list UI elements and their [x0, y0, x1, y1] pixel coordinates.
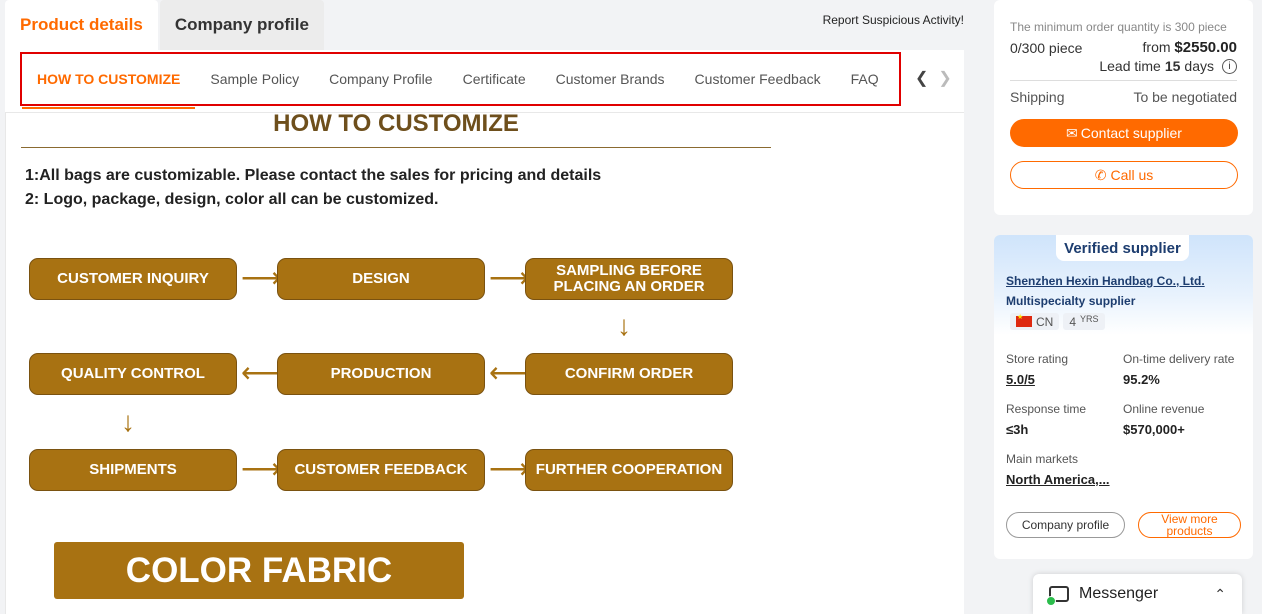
flow-step-further-cooperation: FURTHER COOPERATION: [525, 449, 733, 491]
flow-step-shipments: SHIPMENTS: [29, 449, 237, 491]
order-card: The minimum order quantity is 300 piece …: [994, 0, 1253, 215]
flow-step-confirm-order: CONFIRM ORDER: [525, 353, 733, 395]
stat-label: On-time delivery rate: [1123, 352, 1235, 366]
subnav-customer-feedback[interactable]: Customer Feedback: [680, 54, 836, 104]
lead-time: Lead time 15 days i: [1010, 58, 1237, 74]
lead-time-unit: days: [1184, 58, 1214, 74]
flow-step-customer-feedback: CUSTOMER FEEDBACK: [277, 449, 485, 491]
price: from $2550.00: [1143, 39, 1237, 56]
stat-online-revenue: Online revenue $570,000+: [1123, 402, 1204, 437]
call-us-button[interactable]: ✆ Call us: [1010, 161, 1238, 189]
arrow-down-icon: ↓: [617, 310, 631, 341]
phone-icon: ✆: [1094, 166, 1107, 183]
chevron-right-icon[interactable]: ❯: [938, 68, 951, 88]
flow-step-customer-inquiry: CUSTOMER INQUIRY: [29, 258, 237, 300]
years-value: 4: [1069, 314, 1077, 329]
supplier-card: Verified supplier Shenzhen Hexin Handbag…: [994, 235, 1253, 559]
mail-icon: ✉: [1066, 124, 1078, 141]
color-fabric-banner: COLOR FABRIC: [54, 542, 464, 599]
lead-time-value: 15: [1164, 58, 1181, 74]
lead-time-label: Lead time: [1099, 58, 1161, 74]
flow-step-quality-control: QUALITY CONTROL: [29, 353, 237, 395]
arrow-right-icon: ⟶: [241, 262, 282, 293]
stat-value[interactable]: North America,...: [1006, 472, 1110, 487]
arrow-right-icon: ⟶: [241, 453, 282, 484]
supplier-type: Multispecialty supplier: [1006, 294, 1136, 308]
supplier-tags: CN 4 YRS: [1010, 313, 1105, 330]
report-suspicious-link[interactable]: Report Suspicious Activity!: [823, 13, 964, 27]
arrow-right-icon: ⟶: [489, 262, 530, 293]
view-more-products-button[interactable]: View more products: [1138, 512, 1241, 538]
subnav-arrows: ❮ ❯: [915, 68, 952, 88]
years-tag: 4 YRS: [1063, 313, 1105, 330]
arrow-left-icon: ⟵: [241, 357, 282, 388]
years-unit: YRS: [1080, 313, 1099, 324]
stat-store-rating: Store rating 5.0/5: [1006, 352, 1068, 387]
chevron-up-icon[interactable]: ⌃: [1214, 586, 1226, 603]
stat-on-time-delivery: On-time delivery rate 95.2%: [1123, 352, 1234, 387]
company-name-link[interactable]: Shenzhen Hexin Handbag Co., Ltd.: [1006, 274, 1205, 288]
tab-company-profile[interactable]: Company profile: [159, 0, 324, 50]
verified-supplier-badge: Verified supplier: [1056, 235, 1189, 261]
stat-value[interactable]: 5.0/5: [1006, 372, 1068, 387]
divider: [1010, 80, 1237, 81]
china-flag-icon: [1016, 313, 1032, 327]
stat-label: Store rating: [1006, 352, 1069, 366]
contact-supplier-button[interactable]: ✉ Contact supplier: [1010, 119, 1238, 147]
description-line: 1:All bags are customizable. Please cont…: [25, 167, 602, 184]
price-value: $2550.00: [1174, 39, 1237, 56]
contact-supplier-label: Contact supplier: [1080, 125, 1182, 141]
subnav-company-profile[interactable]: Company Profile: [314, 54, 448, 104]
divider: [5, 112, 6, 614]
chat-icon: [1046, 586, 1069, 606]
call-us-label: Call us: [1110, 167, 1154, 183]
stat-label: Response time: [1006, 402, 1087, 416]
shipping-label: Shipping: [1010, 89, 1065, 105]
info-icon[interactable]: i: [1222, 58, 1237, 74]
messenger-widget[interactable]: Messenger ⌃: [1033, 574, 1242, 614]
country-code: CN: [1036, 314, 1054, 329]
subnav-sample-policy[interactable]: Sample Policy: [195, 54, 314, 104]
stat-label: Main markets: [1006, 452, 1079, 466]
stat-label: Online revenue: [1123, 402, 1205, 416]
shipping-value: To be negotiated: [1133, 89, 1237, 105]
price-prefix: from: [1142, 39, 1171, 55]
subnav-certificate[interactable]: Certificate: [448, 54, 541, 104]
arrow-left-icon: ⟵: [489, 357, 530, 388]
subnav-customer-brands[interactable]: Customer Brands: [541, 54, 680, 104]
stat-value: $570,000+: [1123, 422, 1185, 437]
supplier-header: Verified supplier Shenzhen Hexin Handbag…: [994, 235, 1253, 335]
section-subnav: HOW TO CUSTOMIZE Sample Policy Company P…: [20, 52, 901, 109]
min-order-note: The minimum order quantity is 300 piece: [1010, 20, 1227, 34]
flow-step-production: PRODUCTION: [277, 353, 485, 395]
details-panel: HOW TO CUSTOMIZE Sample Policy Company P…: [5, 50, 964, 614]
stat-response-time: Response time ≤3h: [1006, 402, 1086, 437]
company-profile-button[interactable]: Company profile: [1006, 512, 1125, 538]
messenger-label: Messenger: [1079, 585, 1159, 602]
customize-description: 1:All bags are customizable. Please cont…: [25, 164, 601, 212]
arrow-down-icon: ↓: [121, 406, 135, 437]
subnav-how-to-customize[interactable]: HOW TO CUSTOMIZE: [22, 54, 196, 109]
country-tag: CN: [1010, 313, 1060, 330]
top-tabs: Product details Company profile: [5, 0, 326, 50]
section-title: HOW TO CUSTOMIZE: [21, 110, 771, 148]
flow-step-design: DESIGN: [277, 258, 485, 300]
product-details-area: Product details Company profile Report S…: [0, 0, 964, 614]
arrow-right-icon: ⟶: [489, 453, 530, 484]
chevron-left-icon[interactable]: ❮: [915, 68, 928, 88]
stat-main-markets: Main markets North America,...: [1006, 452, 1110, 487]
order-quantity: 0/300 piece: [1010, 39, 1083, 56]
stat-value: ≤3h: [1006, 422, 1029, 437]
description-line: 2: Logo, package, design, color all can …: [25, 191, 439, 208]
flow-step-sampling: SAMPLING BEFORE PLACING AN ORDER: [525, 258, 733, 300]
stat-value: 95.2%: [1123, 372, 1160, 387]
subnav-faq[interactable]: FAQ: [836, 54, 894, 104]
tab-product-details[interactable]: Product details: [5, 0, 158, 50]
